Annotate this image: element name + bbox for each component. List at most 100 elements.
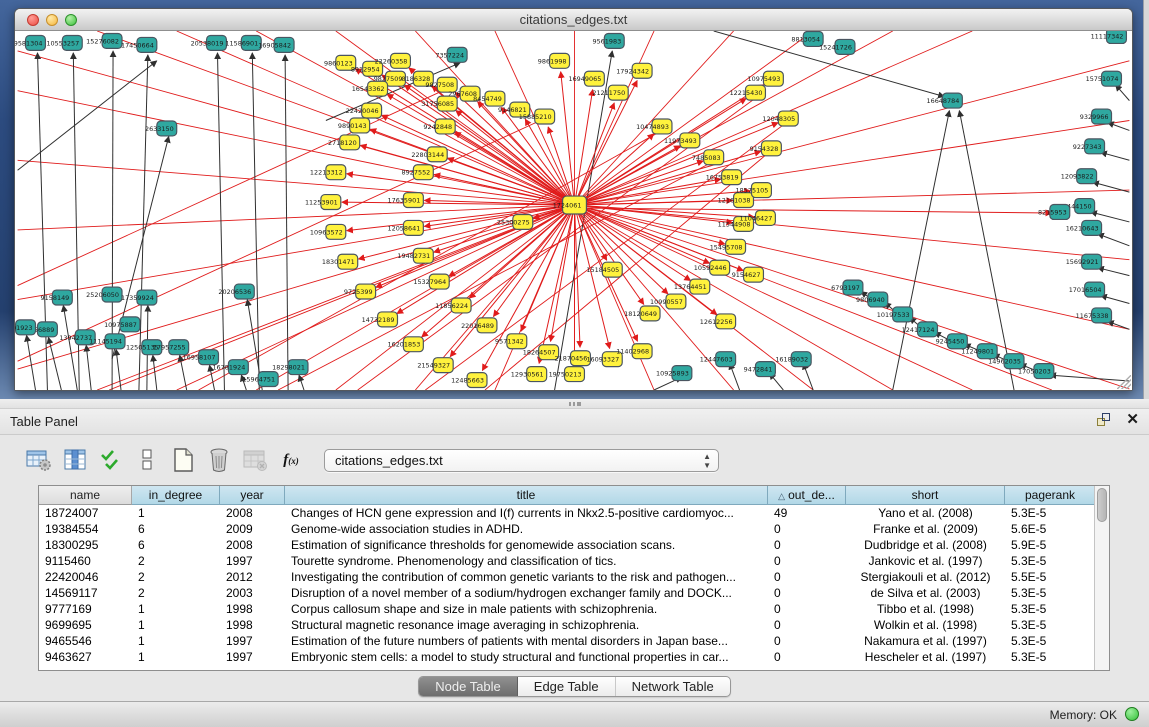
table-cell[interactable]: 1 xyxy=(132,505,220,521)
table-cell[interactable]: 5.3E-5 xyxy=(1005,585,1096,601)
table-cell[interactable]: Estimation of significance thresholds fo… xyxy=(285,537,768,553)
graph-node[interactable]: 18120649 xyxy=(624,306,660,321)
select-all-icon[interactable] xyxy=(96,446,126,474)
vertical-scrollbar[interactable] xyxy=(1094,486,1109,670)
network-window-titlebar[interactable]: citations_edges.txt xyxy=(15,9,1132,31)
table-cell[interactable]: 2008 xyxy=(220,505,285,521)
column-header-title[interactable]: title xyxy=(285,486,768,505)
graph-node[interactable]: 12093822 xyxy=(1061,169,1097,184)
float-panel-icon[interactable] xyxy=(1096,412,1112,428)
graph-node[interactable]: 10592446 xyxy=(694,260,730,275)
table-cell[interactable]: Tourette syndrome. Phenomenology and cla… xyxy=(285,553,768,569)
graph-node[interactable]: 16905842 xyxy=(258,37,294,52)
graph-node[interactable]: 12215430 xyxy=(730,85,766,100)
graph-node[interactable]: 12447603 xyxy=(700,352,736,367)
table-cell[interactable]: 0 xyxy=(768,553,846,569)
table-row[interactable]: 1872400712008Changes of HCN gene express… xyxy=(39,505,1109,521)
graph-node[interactable]: 11586901 xyxy=(225,35,261,50)
close-panel-icon[interactable]: ✕ xyxy=(1126,412,1139,428)
table-cell[interactable]: 1 xyxy=(132,601,220,617)
graph-node[interactable]: 9581304 xyxy=(15,35,45,50)
graph-node[interactable]: 16210643 xyxy=(1066,220,1102,235)
table-cell[interactable]: 18300295 xyxy=(39,537,132,553)
table-row[interactable]: 1456911722003Disruption of a novel membe… xyxy=(39,585,1109,601)
column-header-year[interactable]: year xyxy=(220,486,285,505)
tab-node-table[interactable]: Node Table xyxy=(419,677,518,696)
table-cell[interactable]: 5.9E-5 xyxy=(1005,537,1096,553)
table-cell[interactable]: 0 xyxy=(768,521,846,537)
graph-node[interactable]: 15276082 xyxy=(86,33,122,48)
graph-node[interactable]: 16201853 xyxy=(387,337,423,352)
graph-node[interactable]: 8501923 xyxy=(15,320,35,335)
table-cell[interactable]: Disruption of a novel member of a sodium… xyxy=(285,585,768,601)
table-cell[interactable]: Estimation of the future numbers of pati… xyxy=(285,633,768,649)
table-cell[interactable]: 5.3E-5 xyxy=(1005,505,1096,521)
graph-node[interactable]: 16543362 xyxy=(352,81,388,96)
table-cell[interactable]: 2008 xyxy=(220,537,285,553)
graph-node[interactable]: 11117342 xyxy=(1091,31,1127,43)
graph-node[interactable]: 22420046 xyxy=(346,103,382,118)
table-cell[interactable]: 0 xyxy=(768,569,846,585)
graph-node[interactable]: 9861998 xyxy=(538,53,570,68)
table-cell[interactable]: Structural magnetic resonance image aver… xyxy=(285,617,768,633)
graph-node[interactable]: 9329966 xyxy=(1080,109,1112,124)
graph-node[interactable]: 12417124 xyxy=(902,322,938,337)
graph-node[interactable]: 25300275 xyxy=(497,214,533,229)
graph-node[interactable]: 11675338 xyxy=(1076,308,1112,323)
table-cell[interactable]: 5.3E-5 xyxy=(1005,633,1096,649)
table-cell[interactable]: 9699695 xyxy=(39,617,132,633)
graph-node[interactable]: 17635901 xyxy=(387,193,423,208)
graph-node[interactable]: 12612256 xyxy=(700,314,736,329)
citation-network-graph[interactable]: 9581304105532571527608217450664205380191… xyxy=(15,31,1132,390)
graph-node[interactable]: 10975493 xyxy=(747,71,783,86)
table-cell[interactable]: 9115460 xyxy=(39,553,132,569)
graph-node[interactable]: 11856224 xyxy=(435,298,471,313)
graph-node[interactable]: 10963572 xyxy=(310,224,346,239)
graph-node[interactable]: 9725399 xyxy=(344,284,376,299)
graph-node[interactable]: 12048305 xyxy=(762,111,798,126)
table-row[interactable]: 969969511998Structural magnetic resonanc… xyxy=(39,617,1109,633)
graph-node[interactable]: 19750213 xyxy=(549,367,585,382)
table-row[interactable]: 946362711997Embryonic stem cells: a mode… xyxy=(39,649,1109,665)
table-cell[interactable]: 2 xyxy=(132,553,220,569)
table-cell[interactable]: 0 xyxy=(768,585,846,601)
graph-node[interactable]: 15327964 xyxy=(413,274,449,289)
delete-table-icon[interactable] xyxy=(204,446,234,474)
table-cell[interactable]: 1 xyxy=(132,633,220,649)
clear-selection-icon[interactable] xyxy=(132,446,162,474)
table-cell[interactable]: 19384554 xyxy=(39,521,132,537)
table-cell[interactable]: 6 xyxy=(132,537,220,553)
table-cell[interactable]: 22420046 xyxy=(39,569,132,585)
graph-node[interactable]: 17924342 xyxy=(616,63,652,78)
table-cell[interactable]: Embryonic stem cells: a model to study s… xyxy=(285,649,768,665)
table-cell[interactable]: 5.6E-5 xyxy=(1005,521,1096,537)
graph-node[interactable]: 19482731 xyxy=(397,248,433,263)
graph-node[interactable]: 17016504 xyxy=(1069,282,1105,297)
column-header-pagerank[interactable]: pagerank xyxy=(1005,486,1096,505)
table-cell[interactable]: Stergiakouli et al. (2012) xyxy=(846,569,1005,585)
table-cell[interactable]: Jankovic et al. (1997) xyxy=(846,553,1005,569)
table-cell[interactable]: 5.3E-5 xyxy=(1005,553,1096,569)
table-cell[interactable]: Investigating the contribution of common… xyxy=(285,569,768,585)
graph-node[interactable]: 9571342 xyxy=(495,334,527,349)
table-cell[interactable]: Hescheler et al. (1997) xyxy=(846,649,1005,665)
table-cell[interactable]: 9777169 xyxy=(39,601,132,617)
table-cell[interactable]: 2 xyxy=(132,585,220,601)
tab-edge-table[interactable]: Edge Table xyxy=(518,677,616,696)
table-cell[interactable]: Changes of HCN gene expression and I(f) … xyxy=(285,505,768,521)
table-cell[interactable]: Corpus callosum shape and size in male p… xyxy=(285,601,768,617)
table-cell[interactable]: Tibbo et al. (1998) xyxy=(846,601,1005,617)
table-cell[interactable]: 1998 xyxy=(220,601,285,617)
table-cell[interactable]: Genome-wide association studies in ADHD. xyxy=(285,521,768,537)
graph-node[interactable]: 21870456 xyxy=(555,351,591,366)
table-cell[interactable]: 0 xyxy=(768,537,846,553)
table-selector[interactable]: citations_edges.txt ▲▼ xyxy=(324,449,719,472)
table-cell[interactable]: 6 xyxy=(132,521,220,537)
table-cell[interactable]: Franke et al. (2009) xyxy=(846,521,1005,537)
table-cell[interactable]: 0 xyxy=(768,649,846,665)
table-row[interactable]: 1830029562008Estimation of significance … xyxy=(39,537,1109,553)
graph-node[interactable]: 6793197 xyxy=(831,280,863,295)
import-table-icon[interactable] xyxy=(240,446,270,474)
graph-node[interactable]: 17450664 xyxy=(121,37,157,52)
table-cell[interactable]: 49 xyxy=(768,505,846,521)
